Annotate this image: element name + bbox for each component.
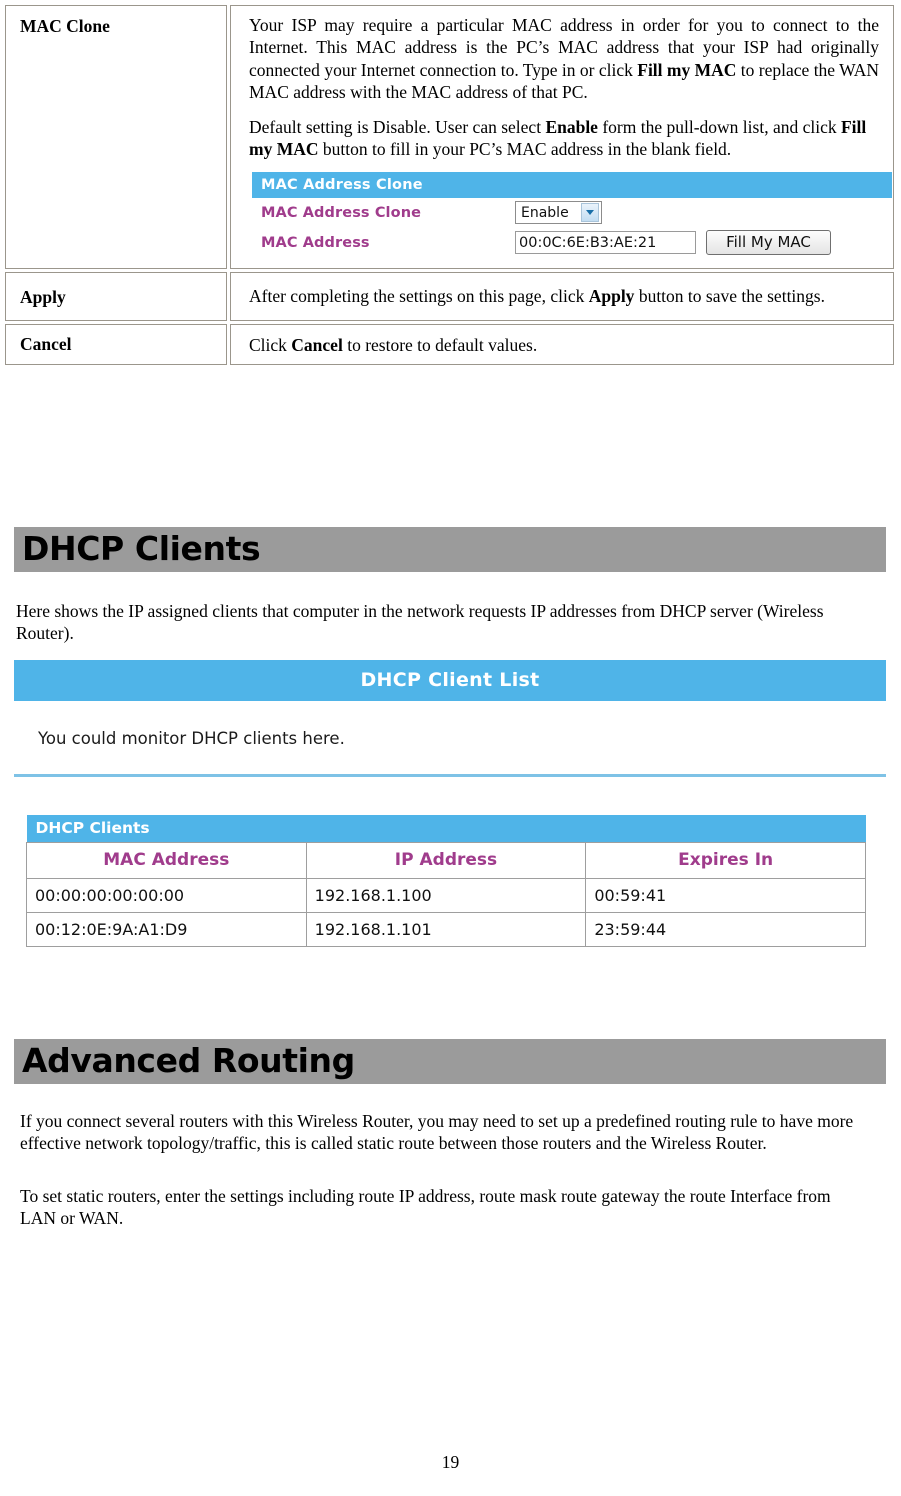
row-label-apply: Apply — [5, 272, 227, 321]
paragraph-bold-fill-my-mac-1: Fill my MAC — [637, 59, 737, 80]
mac-address-clone-select[interactable]: Enable — [515, 201, 602, 225]
paragraph-cancel: Click Cancel to restore to default value… — [249, 334, 879, 356]
panel-row-mac-address-clone: MAC Address Clone Enable — [252, 198, 892, 227]
section-heading-dhcp-clients: DHCP Clients — [14, 527, 886, 572]
apply-bold: Apply — [588, 286, 635, 307]
column-header-ip-address: IP Address — [305, 842, 587, 879]
routing-paragraph-1: If you connect several routers with this… — [20, 1111, 854, 1154]
paragraph-apply: After completing the settings on this pa… — [249, 285, 879, 307]
cancel-bold: Cancel — [291, 334, 343, 355]
cell-expires-in: 00:59:41 — [585, 878, 866, 913]
row-body-mac-clone: Your ISP may require a particular MAC ad… — [230, 5, 894, 270]
paragraph-text-2b: form the pull-down list, and click — [597, 116, 841, 137]
dhcp-client-list-note: You could monitor DHCP clients here. — [14, 701, 886, 774]
page-number: 19 — [441, 1452, 460, 1472]
dhcp-intro-paragraph: Here shows the IP assigned clients that … — [16, 601, 824, 644]
fill-my-mac-button[interactable]: Fill My MAC — [706, 230, 831, 256]
paragraph-mac-clone-1: Your ISP may require a particular MAC ad… — [249, 14, 879, 104]
paragraph-text-2a: Default setting is Disable. User can sel… — [249, 116, 546, 137]
panel-label-mac-address-clone: MAC Address Clone — [261, 204, 422, 221]
dhcp-client-list-screenshot: DHCP Client List You could monitor DHCP … — [14, 660, 886, 777]
apply-text-tail: button to save the settings. — [634, 286, 825, 307]
column-header-mac-address: MAC Address — [26, 842, 307, 879]
row-body-apply: After completing the settings on this pa… — [230, 272, 894, 321]
apply-text-lead: After completing the settings on this pa… — [249, 286, 589, 307]
dhcp-clients-header-row: MAC Address IP Address Expires In — [26, 842, 866, 879]
table-row: 00:00:00:00:00:00 192.168.1.100 00:59:41 — [26, 878, 866, 913]
table-row-cancel: Cancel Click Cancel to restore to defaul… — [5, 323, 894, 366]
dhcp-clients-table-title-row: DHCP Clients — [26, 815, 866, 843]
paragraph-text-2c: button to fill in your PC’s MAC address … — [318, 138, 732, 159]
panel-label-mac-address: MAC Address — [261, 234, 370, 251]
cell-expires-in: 23:59:44 — [585, 912, 866, 947]
cell-mac-address: 00:00:00:00:00:00 — [26, 878, 307, 913]
row-body-cancel: Click Cancel to restore to default value… — [230, 323, 894, 366]
routing-paragraph-2: To set static routers, enter the setting… — [20, 1186, 831, 1229]
mac-address-clone-select-value: Enable — [521, 204, 569, 221]
section-heading-advanced-routing: Advanced Routing — [14, 1039, 886, 1084]
table-row: 00:12:0E:9A:A1:D9 192.168.1.101 23:59:44 — [26, 912, 866, 947]
panel-title-bar: MAC Address Clone — [252, 172, 892, 199]
panel-row-mac-address: MAC Address 00:0C:6E:B3:AE:21 Fill My MA… — [252, 227, 892, 258]
cancel-text-lead: Click — [249, 334, 292, 355]
mac-address-clone-panel-screenshot: MAC Address Clone MAC Address Clone Enab… — [252, 172, 892, 258]
column-header-expires-in: Expires In — [585, 842, 866, 879]
cell-ip-address: 192.168.1.100 — [305, 878, 587, 913]
dhcp-client-list-title-bar: DHCP Client List — [14, 660, 886, 701]
paragraph-mac-clone-2: Default setting is Disable. User can sel… — [249, 116, 879, 161]
cell-mac-address: 00:12:0E:9A:A1:D9 — [26, 912, 307, 947]
divider — [14, 774, 886, 777]
row-label-cancel: Cancel — [5, 323, 227, 366]
row-label-mac-clone: MAC Clone — [5, 5, 227, 270]
table-row-apply: Apply After completing the settings on t… — [5, 272, 894, 321]
chevron-down-icon — [581, 203, 599, 223]
mac-address-input[interactable]: 00:0C:6E:B3:AE:21 — [515, 231, 696, 255]
dhcp-clients-table: DHCP Clients MAC Address IP Address Expi… — [26, 815, 866, 947]
cell-ip-address: 192.168.1.101 — [305, 912, 587, 947]
mac-clone-description-table: MAC Clone Your ISP may require a particu… — [2, 2, 897, 368]
table-row-mac-clone: MAC Clone Your ISP may require a particu… — [5, 5, 894, 270]
paragraph-bold-enable: Enable — [545, 116, 598, 137]
dhcp-clients-table-title: DHCP Clients — [26, 815, 866, 843]
cancel-text-tail: to restore to default values. — [342, 334, 538, 355]
